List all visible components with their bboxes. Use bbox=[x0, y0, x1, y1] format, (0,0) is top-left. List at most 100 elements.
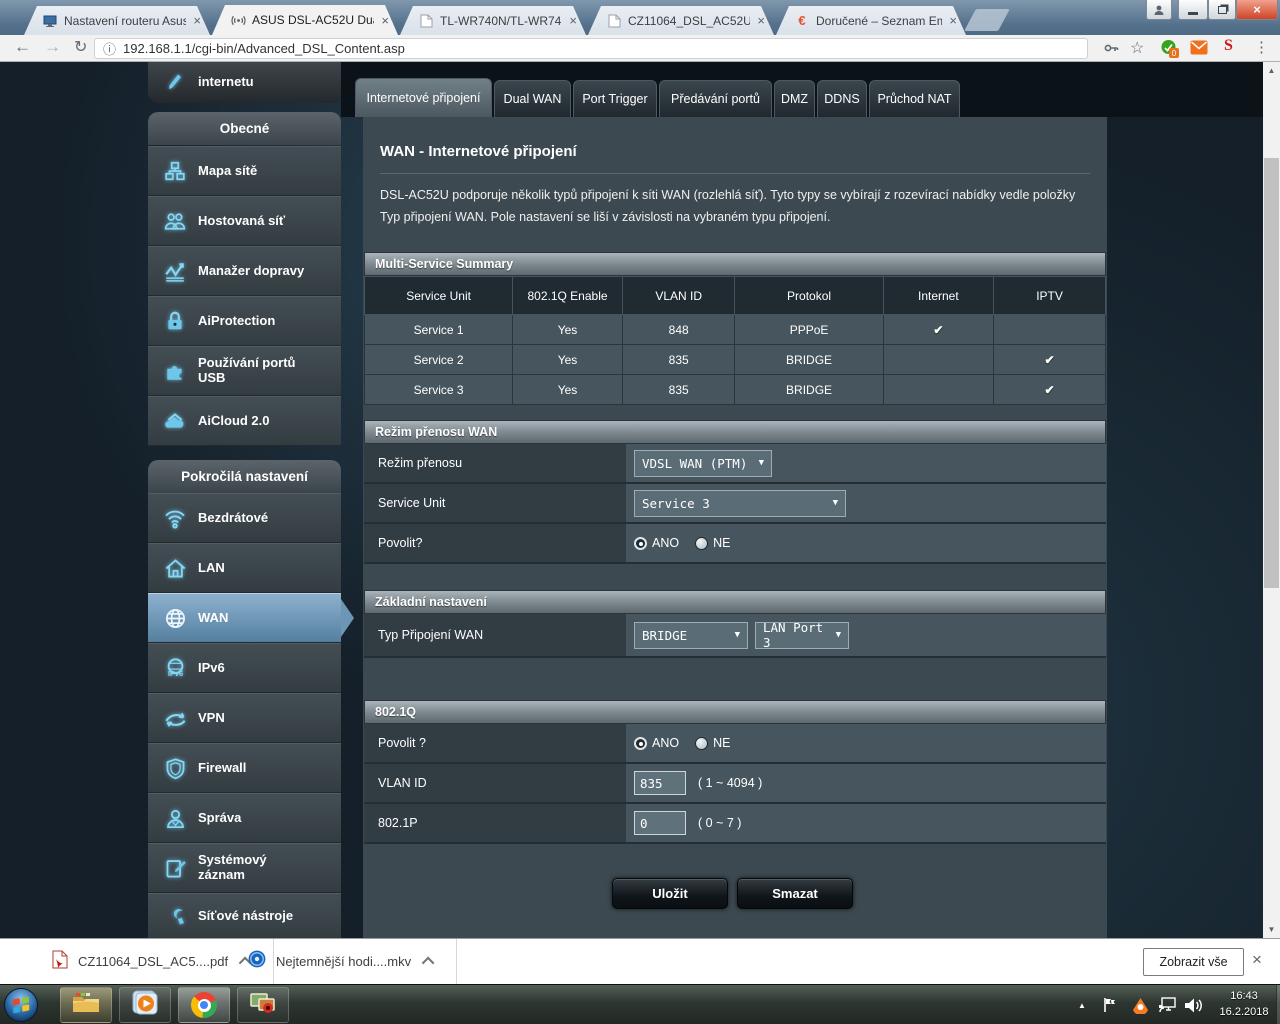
taskbar-chrome-button[interactable] bbox=[178, 987, 230, 1023]
sidebar-item-label: WAN bbox=[198, 609, 229, 625]
browser-tab-4[interactable]: CZ11064_DSL_AC52U_Ma × bbox=[588, 6, 774, 35]
tab-port-trigger[interactable]: Port Trigger bbox=[573, 80, 657, 117]
tab-close-icon[interactable]: × bbox=[946, 13, 960, 28]
sidebar-item-quick-internet-setup[interactable]: internetu bbox=[148, 62, 341, 103]
tab-close-icon[interactable]: × bbox=[190, 13, 204, 28]
sidebar-item-lan[interactable]: LAN bbox=[148, 543, 341, 593]
active-item-arrow bbox=[341, 599, 354, 637]
delete-button[interactable]: Smazat bbox=[737, 878, 853, 909]
forward-icon[interactable]: → bbox=[44, 37, 61, 57]
svg-text:IPv6: IPv6 bbox=[167, 668, 182, 677]
cell-enable: Yes bbox=[512, 314, 623, 345]
restore-button[interactable] bbox=[1208, 0, 1236, 20]
new-tab-button[interactable] bbox=[964, 9, 1010, 31]
sidebar-item-firewall[interactable]: Firewall bbox=[148, 743, 341, 793]
action-center-flag-icon[interactable] bbox=[1102, 985, 1118, 1024]
taskbar-explorer-button[interactable] bbox=[60, 987, 112, 1023]
col-8021q-enable: 802.1Q Enable bbox=[512, 276, 623, 315]
8021p-input[interactable] bbox=[634, 811, 686, 835]
tab-dual-wan[interactable]: Dual WAN bbox=[494, 80, 571, 117]
chevron-up-icon[interactable] bbox=[421, 956, 435, 970]
sidebar-item-wireless[interactable]: Bezdrátové bbox=[148, 493, 341, 543]
browser-tab-5[interactable]: € Doručené – Seznam Ema × bbox=[776, 6, 966, 35]
tab-close-icon[interactable]: × bbox=[566, 13, 580, 28]
radio-yes[interactable] bbox=[634, 736, 647, 750]
sidebar-item-label: Bezdrátové bbox=[198, 509, 269, 525]
service-unit-dropdown[interactable]: Service 3 ▼ bbox=[634, 489, 846, 517]
scroll-up-icon[interactable]: ▲ bbox=[1263, 62, 1280, 79]
scrollbar-thumb[interactable] bbox=[1264, 158, 1279, 588]
taskbar-media-player-button[interactable] bbox=[119, 987, 171, 1023]
profile-button[interactable] bbox=[1146, 0, 1172, 20]
tab-internet-connection[interactable]: Internetové připojení bbox=[355, 78, 492, 117]
download-bar-close-icon[interactable]: × bbox=[1252, 950, 1262, 970]
network-tray-icon[interactable] bbox=[1158, 985, 1178, 1024]
sidebar-item-network-tools[interactable]: Síťové nástroje bbox=[148, 893, 341, 938]
taskbar-image-viewer-button[interactable] bbox=[237, 987, 289, 1023]
radio-no[interactable] bbox=[695, 736, 709, 750]
transfer-mode-dropdown[interactable]: VDSL WAN (PTM) ▼ bbox=[634, 449, 772, 477]
field-label: VLAN ID bbox=[364, 764, 626, 804]
start-button[interactable] bbox=[4, 988, 38, 1022]
browser-tab-3[interactable]: TL-WR740N/TL-WR741N × bbox=[400, 6, 586, 35]
sidebar-item-label: Systémový záznam bbox=[198, 852, 267, 882]
tab-port-forwarding[interactable]: Předávání portů bbox=[659, 80, 772, 117]
vlan-id-input[interactable] bbox=[634, 771, 686, 795]
key-icon[interactable] bbox=[1103, 40, 1119, 60]
sidebar-item-aiprotection[interactable]: AiProtection bbox=[148, 296, 341, 346]
sidebar-item-wan[interactable]: WAN bbox=[148, 593, 354, 643]
hidden-icons-button[interactable]: ▲ bbox=[1078, 985, 1086, 1024]
col-iptv: IPTV bbox=[993, 276, 1106, 315]
sidebar-item-guest-network[interactable]: Hostovaná síť bbox=[148, 196, 341, 246]
form-row-service-unit: Service Unit Service 3 ▼ bbox=[364, 484, 1106, 524]
page-icon bbox=[606, 13, 622, 29]
browser-tab-2-active[interactable]: ASUS DSL-AC52U Dual-B × bbox=[212, 5, 398, 35]
browser-tab-1[interactable]: Nastavení routeru Asus o × bbox=[24, 6, 210, 35]
sidebar-item-traffic-manager[interactable]: Manažer dopravy bbox=[148, 246, 341, 296]
avast-badge: 0 bbox=[1169, 48, 1179, 58]
reload-icon[interactable]: ↻ bbox=[74, 37, 87, 57]
tab-ddns[interactable]: DDNS bbox=[817, 80, 867, 117]
close-button[interactable]: × bbox=[1236, 0, 1278, 20]
info-icon[interactable]: ⓘ bbox=[103, 39, 116, 58]
tab-dmz[interactable]: DMZ bbox=[774, 80, 815, 117]
menu-dots-icon[interactable]: ⋮ bbox=[1254, 38, 1269, 56]
show-all-downloads-button[interactable]: Zobrazit vše bbox=[1143, 948, 1244, 976]
tab-nat-passthrough[interactable]: Průchod NAT bbox=[869, 80, 960, 117]
avast-tray-icon[interactable] bbox=[1132, 985, 1149, 1024]
volume-tray-icon[interactable] bbox=[1184, 985, 1203, 1024]
scrollbar[interactable]: ▲ ▼ bbox=[1263, 62, 1280, 938]
tab-close-icon[interactable]: × bbox=[754, 13, 768, 28]
guest-network-icon bbox=[160, 210, 190, 232]
lan-port-dropdown[interactable]: LAN Port 3 ▼ bbox=[755, 620, 849, 650]
clock[interactable]: 16:43 16.2.2018 bbox=[1212, 988, 1276, 1020]
scroll-down-icon[interactable]: ▼ bbox=[1263, 921, 1280, 938]
radio-yes[interactable] bbox=[634, 536, 647, 550]
seznam-mail-icon: € bbox=[798, 13, 806, 28]
url-text[interactable]: 192.168.1.1/cgi-bin/Advanced_DSL_Content… bbox=[123, 41, 405, 56]
sidebar-item-administration[interactable]: Správa bbox=[148, 793, 341, 843]
tab-close-icon[interactable]: × bbox=[378, 13, 392, 28]
sidebar-item-ipv6[interactable]: IPv6 IPv6 bbox=[148, 643, 341, 693]
star-icon[interactable]: ☆ bbox=[1130, 38, 1144, 58]
radio-no[interactable] bbox=[695, 536, 709, 550]
seznam-extension-icon[interactable]: S bbox=[1224, 37, 1233, 55]
avast-extension-icon[interactable]: 0 bbox=[1160, 39, 1179, 60]
vlan-range-hint: ( 1 ~ 4094 ) bbox=[698, 776, 763, 790]
address-bar[interactable]: ⓘ 192.168.1.1/cgi-bin/Advanced_DSL_Conte… bbox=[94, 38, 1088, 59]
minimize-button[interactable] bbox=[1178, 0, 1208, 20]
sidebar-item-network-map[interactable]: Mapa sítě bbox=[148, 146, 341, 196]
basic-section-header: Základní nastavení bbox=[364, 590, 1106, 614]
download-item-mkv[interactable]: Nejtemnější hodi....mkv bbox=[230, 939, 458, 984]
back-icon[interactable]: ← bbox=[14, 37, 31, 57]
mail-extension-icon[interactable] bbox=[1190, 40, 1208, 59]
sidebar-item-aicloud[interactable]: AiCloud 2.0 bbox=[148, 396, 341, 446]
show-desktop-button[interactable] bbox=[1276, 985, 1280, 1024]
radio-no-label: NE bbox=[713, 736, 731, 750]
sidebar-item-usb-application[interactable]: Používání portů USB bbox=[148, 346, 341, 396]
sidebar-item-label: VPN bbox=[198, 709, 225, 725]
sidebar-item-vpn[interactable]: VPN bbox=[148, 693, 341, 743]
wan-type-dropdown[interactable]: BRIDGE ▼ bbox=[634, 621, 748, 649]
save-button[interactable]: Uložit bbox=[612, 878, 728, 909]
sidebar-item-system-log[interactable]: Systémový záznam bbox=[148, 843, 341, 893]
